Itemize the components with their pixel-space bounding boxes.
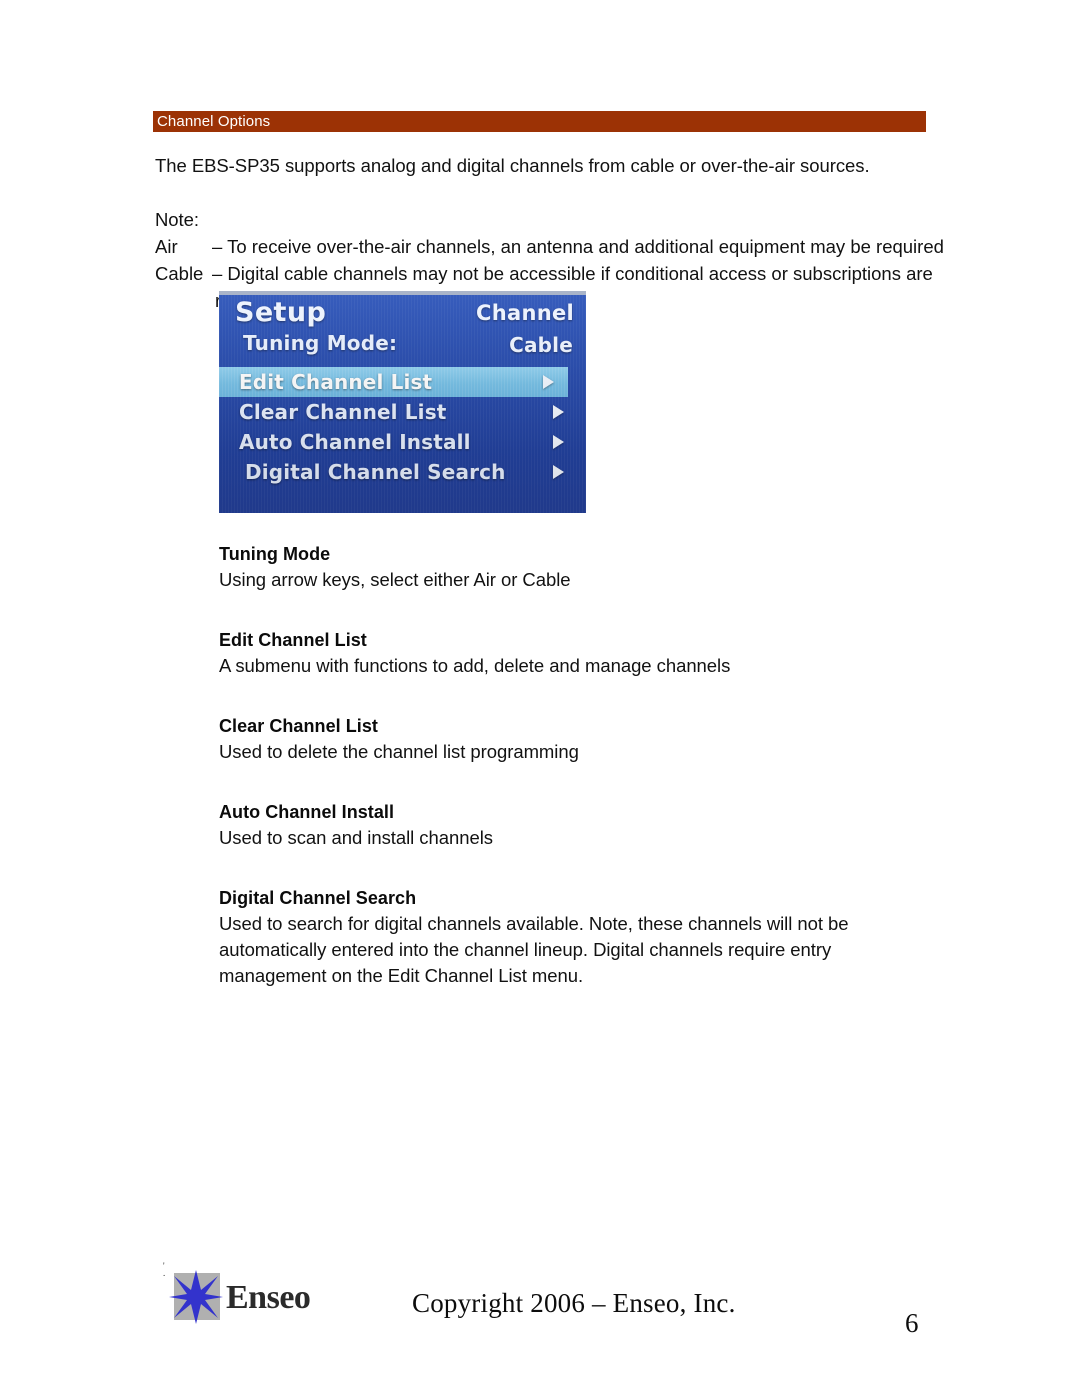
logo-tick-marks: '. — [163, 1261, 166, 1278]
page-footer: '. Enseo Copyright 2006 – Enseo, Inc. 6 — [0, 1256, 1080, 1376]
note-row-cable: Cable – Digital cable channels may not b… — [155, 260, 945, 287]
definition-tuning-mode: Tuning Mode Using arrow keys, select eit… — [219, 542, 929, 593]
page-number: 6 — [905, 1308, 919, 1338]
eight-point-star-icon — [168, 1269, 224, 1325]
tv-screen: Setup Channel Tuning Mode: Cable Edit Ch… — [219, 295, 586, 513]
document-page: Channel Options The EBS-SP35 supports an… — [0, 0, 1080, 1397]
definition-description: Using arrow keys, select either Air or C… — [219, 569, 571, 590]
section-header-bar: Channel Options — [153, 111, 926, 132]
copyright-text: Copyright 2006 – Enseo, Inc. — [412, 1288, 736, 1318]
tv-menu-item-label: Clear Channel List — [239, 400, 447, 424]
tv-menu-title: Setup — [235, 297, 327, 328]
chevron-right-icon — [553, 435, 564, 449]
intro-paragraph: The EBS-SP35 supports analog and digital… — [155, 155, 870, 176]
definition-term: Tuning Mode — [219, 544, 331, 564]
definition-auto-channel-install: Auto Channel Install Used to scan and in… — [219, 800, 929, 851]
logo-wordmark: Enseo — [226, 1279, 311, 1316]
definition-clear-channel-list: Clear Channel List Used to delete the ch… — [219, 714, 929, 765]
tv-menu-list: Edit Channel List Clear Channel List Aut… — [219, 367, 586, 487]
definition-description: Used to search for digital channels avai… — [219, 913, 849, 986]
definition-description: Used to scan and install channels — [219, 827, 493, 848]
note-key-cable: Cable — [155, 263, 204, 284]
note-row-air: Air – To receive over-the-air channels, … — [155, 233, 945, 260]
definition-edit-channel-list: Edit Channel List A submenu with functio… — [219, 628, 929, 679]
tv-menu-item-edit-channel-list[interactable]: Edit Channel List — [219, 367, 568, 397]
definition-list: Tuning Mode Using arrow keys, select eit… — [219, 542, 929, 989]
chevron-right-icon — [553, 405, 564, 419]
note-value-air: – To receive over-the-air channels, an a… — [212, 236, 944, 257]
tv-menu-item-clear-channel-list[interactable]: Clear Channel List — [219, 397, 586, 427]
section-header-label: Channel Options — [157, 113, 271, 130]
tv-menu-item-label: Edit Channel List — [239, 370, 433, 394]
chevron-right-icon — [553, 465, 564, 479]
definition-description: Used to delete the channel list programm… — [219, 741, 579, 762]
definition-term: Edit Channel List — [219, 630, 367, 650]
definition-description: A submenu with functions to add, delete … — [219, 655, 731, 676]
definition-term: Digital Channel Search — [219, 888, 417, 908]
tv-menu-item-digital-channel-search[interactable]: Digital Channel Search — [219, 457, 586, 487]
definition-digital-channel-search: Digital Channel Search Used to search fo… — [219, 886, 929, 989]
tv-tuning-mode-row[interactable]: Tuning Mode: Cable — [219, 331, 586, 357]
chevron-right-icon — [542, 375, 554, 389]
tv-menu-screenshot: Setup Channel Tuning Mode: Cable Edit Ch… — [219, 291, 586, 513]
tv-tuning-mode-value: Cable — [509, 333, 573, 357]
note-value-cable: – Digital cable channels may not be acce… — [212, 263, 933, 284]
definition-term: Clear Channel List — [219, 716, 378, 736]
note-label: Note: — [155, 209, 199, 230]
enseo-logo: '. Enseo — [158, 1257, 328, 1337]
intro-text-block: The EBS-SP35 supports analog and digital… — [155, 152, 945, 314]
tv-tuning-mode-label: Tuning Mode: — [243, 331, 398, 355]
tv-menu-item-label: Auto Channel Install — [239, 430, 471, 454]
tv-menu-item-label: Digital Channel Search — [245, 460, 506, 484]
tv-title-row: Setup Channel — [219, 297, 586, 329]
tv-menu-item-auto-channel-install[interactable]: Auto Channel Install — [219, 427, 586, 457]
note-key-air: Air — [155, 236, 178, 257]
definition-term: Auto Channel Install — [219, 802, 395, 822]
tv-menu-context-label: Channel — [476, 301, 574, 325]
